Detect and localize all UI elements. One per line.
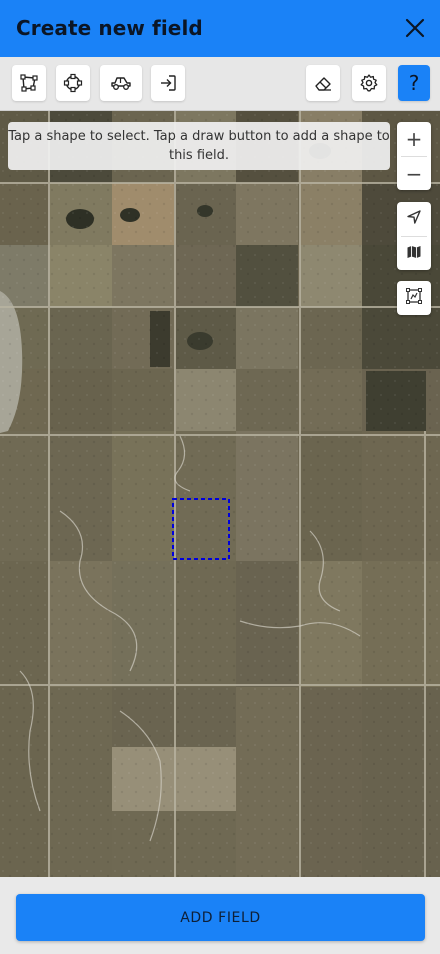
locate-icon <box>406 209 422 229</box>
app-header: Create new field <box>0 0 440 57</box>
map-layers-button[interactable] <box>397 237 431 271</box>
add-field-button[interactable]: ADD FIELD <box>16 894 425 941</box>
vehicle-drive-icon <box>109 74 133 92</box>
satellite-imagery <box>0 111 440 877</box>
settings-icon <box>359 73 379 93</box>
import-icon <box>158 73 178 93</box>
map-layers-icon <box>406 244 422 264</box>
page-title: Create new field <box>16 16 203 40</box>
close-icon[interactable] <box>404 17 426 39</box>
circle-draw-icon <box>63 73 83 93</box>
zoom-out-button[interactable]: − <box>397 157 431 191</box>
polygon-draw-button[interactable] <box>12 65 46 101</box>
map-tools-control <box>397 202 431 270</box>
import-boundary-button[interactable] <box>151 65 185 101</box>
select-area-icon <box>406 288 422 308</box>
drive-boundary-button[interactable] <box>100 65 142 101</box>
map-hint: Tap a shape to select. Tap a draw button… <box>8 122 390 170</box>
footer-bar: ADD FIELD <box>0 877 440 954</box>
drawing-toolbar: ? <box>0 57 440 111</box>
polygon-draw-icon <box>19 73 39 93</box>
help-button[interactable]: ? <box>398 65 430 101</box>
help-icon: ? <box>408 71 420 95</box>
circle-draw-button[interactable] <box>56 65 90 101</box>
satellite-map[interactable] <box>0 111 440 877</box>
locate-button[interactable] <box>397 202 431 236</box>
settings-button[interactable] <box>352 65 386 101</box>
eraser-button[interactable] <box>306 65 340 101</box>
eraser-icon <box>313 73 333 93</box>
zoom-in-button[interactable]: + <box>397 122 431 156</box>
select-area-button[interactable] <box>397 281 431 315</box>
zoom-control: + − <box>397 122 431 190</box>
